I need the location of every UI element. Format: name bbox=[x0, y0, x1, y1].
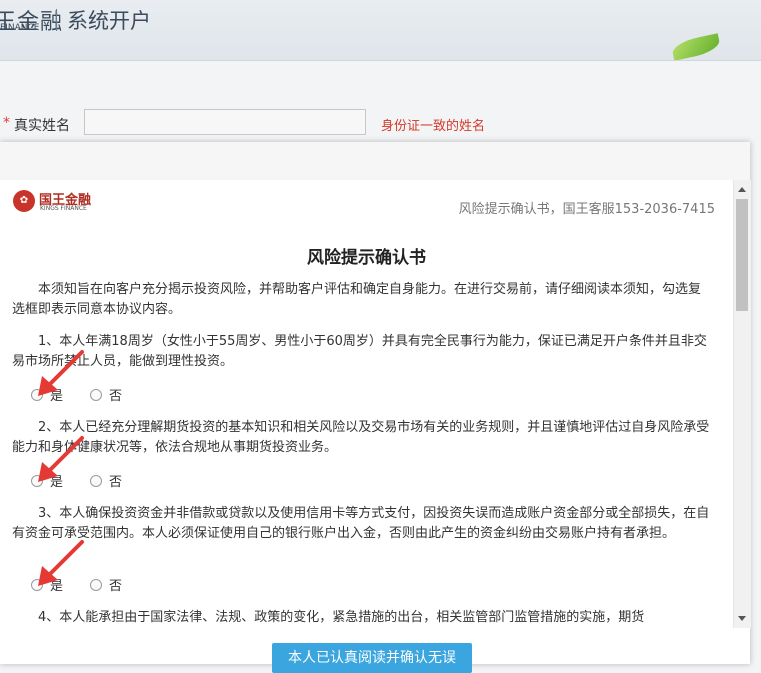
radio-circle-icon bbox=[90, 475, 102, 487]
real-name-input[interactable] bbox=[84, 109, 366, 135]
document-title: 风险提示确认书 bbox=[307, 248, 426, 268]
red-arrow-icon bbox=[38, 436, 84, 482]
radio-circle-icon bbox=[90, 579, 102, 591]
real-name-label: 真实姓名 bbox=[14, 118, 70, 134]
red-arrow-icon bbox=[38, 350, 84, 396]
lion-logo-icon: ✿ bbox=[13, 190, 35, 212]
clause-2-no-label: 否 bbox=[109, 475, 123, 490]
real-name-row: * 真实姓名 身份证一致的姓名 bbox=[0, 108, 761, 138]
document-logo-subtext: KINGS FINANCE bbox=[40, 205, 87, 212]
scroll-down-icon[interactable] bbox=[738, 616, 746, 621]
clause-2-no-radio[interactable]: 否 bbox=[90, 471, 122, 490]
clause-4-text: 4、本人能承担由于国家法律、法规、政策的变化，紧急措施的出台，相关监管部门监管措… bbox=[38, 610, 645, 625]
clause-1-no-label: 否 bbox=[109, 389, 123, 404]
header-divider bbox=[56, 9, 57, 31]
leaf-decoration-icon bbox=[670, 33, 722, 60]
clause-1-text: 1、本人年满18周岁（女性小于55周岁、男性小于60周岁）并具有完全民事行为能力… bbox=[12, 334, 707, 369]
real-name-hint: 身份证一致的姓名 bbox=[381, 119, 486, 134]
brand-logo-subtext: FINANCE bbox=[0, 23, 40, 33]
confirm-read-button[interactable]: 本人已认真阅读并确认无误 bbox=[272, 643, 472, 673]
scrollbar-thumb[interactable] bbox=[736, 199, 748, 311]
modal-header bbox=[0, 142, 750, 181]
red-arrow-icon bbox=[38, 540, 84, 586]
clause-1-no-radio[interactable]: 否 bbox=[90, 385, 122, 404]
scroll-up-icon[interactable] bbox=[738, 187, 746, 192]
clause-3-no-radio[interactable]: 否 bbox=[90, 575, 122, 594]
radio-circle-icon bbox=[90, 389, 102, 401]
clause-2-text: 2、本人已经充分理解期货投资的基本知识和相关风险以及交易市场有关的业务规则，并且… bbox=[12, 420, 710, 455]
risk-disclosure-modal: ✿ 国王金融 KINGS FINANCE 风险提示确认书，国王客服153-203… bbox=[0, 142, 751, 664]
clause-3-no-label: 否 bbox=[109, 579, 123, 594]
document-header-info: 风险提示确认书，国王客服153-2036-7415 bbox=[458, 202, 715, 217]
page-header: 王金融 FINANCE 系统开户 bbox=[0, 0, 761, 61]
required-mark: * bbox=[3, 115, 10, 131]
page-title: 系统开户 bbox=[67, 9, 151, 33]
risk-document[interactable]: ✿ 国王金融 KINGS FINANCE 风险提示确认书，国王客服153-203… bbox=[0, 180, 733, 628]
intro-paragraph: 本须知旨在向客户充分揭示投资风险，并帮助客户评估和确定自身能力。在进行交易前，请… bbox=[12, 282, 702, 317]
clause-3-text: 3、本人确保投资资金并非借款或贷款以及使用信用卡等方式支付，因投资失误而造成账户… bbox=[12, 506, 710, 541]
document-scrollbar[interactable] bbox=[733, 180, 751, 628]
